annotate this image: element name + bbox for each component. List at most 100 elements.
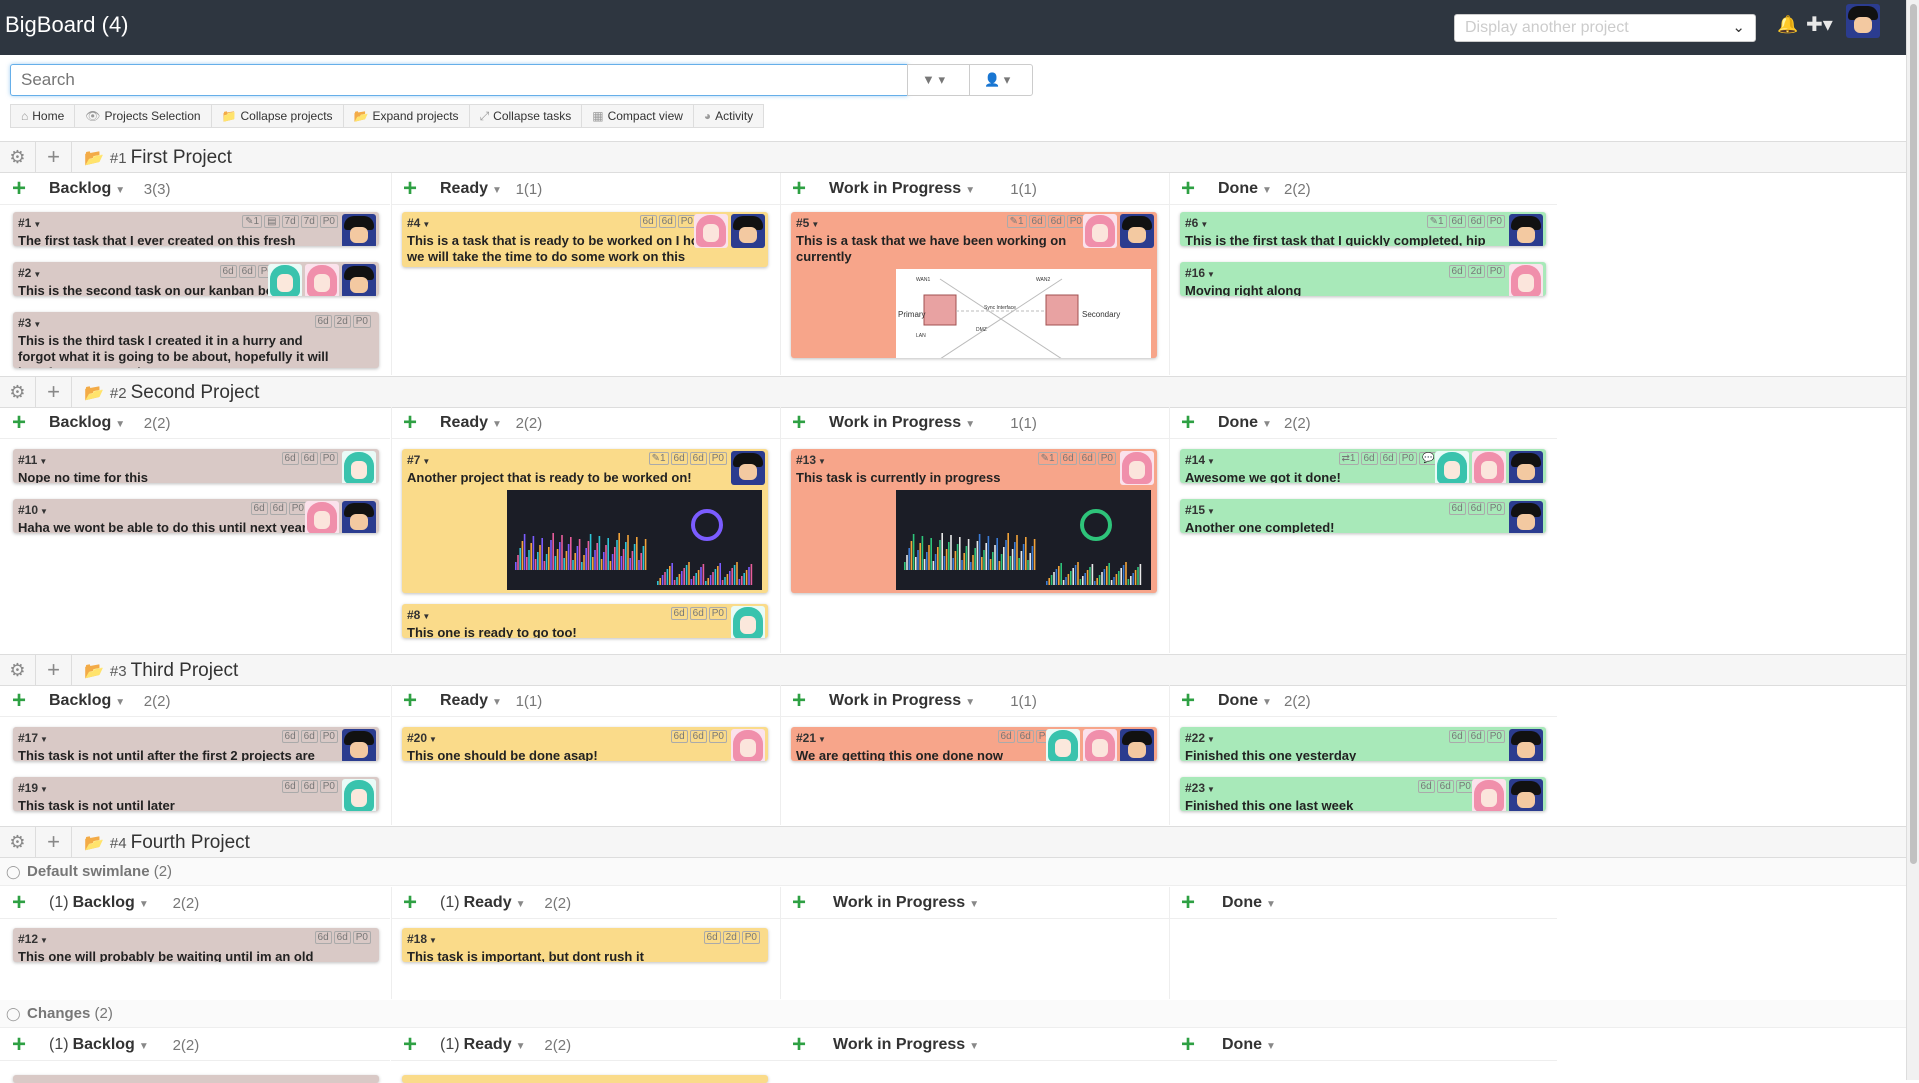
task-card[interactable]: #18 ▼ 6d 2d P0 This task is important, but do… bbox=[402, 928, 768, 962]
search-input[interactable] bbox=[10, 64, 908, 96]
task-title[interactable]: This is the third task I created it in a… bbox=[18, 333, 374, 368]
add-task-plus-icon[interactable]: + bbox=[403, 175, 417, 203]
task-title[interactable]: Another project that is ready to be work… bbox=[407, 470, 763, 486]
column-title[interactable]: Done ▼ bbox=[1218, 692, 1272, 710]
add-task-plus-icon[interactable]: + bbox=[12, 409, 26, 437]
add-task-plus-icon[interactable]: + bbox=[1181, 409, 1195, 437]
avatar-goku[interactable] bbox=[1509, 451, 1543, 483]
task-card[interactable]: #2 ▼ 6d 6d P0 This is the second task on our … bbox=[13, 262, 379, 296]
gear-icon[interactable]: ⚙ bbox=[0, 142, 36, 172]
task-card[interactable]: #12 ▼ 6d 6d P0 This one will probably be wait… bbox=[13, 928, 379, 962]
avatar-goku[interactable] bbox=[342, 214, 376, 246]
task-card[interactable]: #21 ▼ 6d 6d P0 We are getting this one done n… bbox=[791, 727, 1157, 761]
task-card[interactable]: #20 ▼ 6d 6d P0 This one should be done asap! bbox=[402, 727, 768, 761]
task-card[interactable]: #11 ▼ 6d 6d P0 Nope no time for this bbox=[13, 449, 379, 483]
column-title[interactable]: Backlog ▼ bbox=[49, 180, 125, 198]
task-card[interactable]: #22 ▼ 6d 6d P0 Finished this one yesterday bbox=[1180, 727, 1546, 761]
task-card[interactable]: #19 ▼ 6d 6d P0 This task is not until later bbox=[13, 777, 379, 811]
toolbar-collapse-projects-button[interactable]: 📁 Collapse projects bbox=[210, 104, 344, 128]
column-title[interactable]: (1) Backlog ▼ bbox=[49, 894, 149, 912]
task-card[interactable]: #1 ▼ ✎1 ▤ 7d 7d P0 The first task that I ever c… bbox=[13, 212, 379, 246]
avatar-teal[interactable] bbox=[268, 264, 302, 296]
avatar-goku[interactable] bbox=[342, 264, 376, 296]
task-card[interactable]: #14 ▼ ⇄1 6d 6d P0 💬1 Awesome we got it done! bbox=[1180, 449, 1546, 483]
column-title[interactable]: Backlog ▼ bbox=[49, 692, 125, 710]
avatar-pink[interactable] bbox=[1472, 451, 1506, 483]
column-title[interactable]: Done ▼ bbox=[1218, 180, 1272, 198]
add-task-plus-icon[interactable]: + bbox=[12, 889, 26, 917]
add-task-plus-icon[interactable]: + bbox=[403, 889, 417, 917]
column-title[interactable]: Done ▼ bbox=[1218, 1036, 1276, 1054]
task-card[interactable]: #7 ▼ ✎1 6d 6d P0 Another project that is ready… bbox=[402, 449, 768, 593]
column-title[interactable]: (1) Backlog ▼ bbox=[49, 1036, 149, 1054]
add-task-icon[interactable]: + bbox=[36, 377, 72, 407]
avatar-pink[interactable] bbox=[694, 214, 728, 248]
toolbar-activity-button[interactable]: ◕ Activity bbox=[692, 104, 765, 128]
swimlane-header[interactable]: ◯ Default swimlane (2) bbox=[0, 858, 1906, 886]
avatar-goku[interactable] bbox=[1509, 729, 1543, 761]
avatar-teal[interactable] bbox=[1435, 451, 1469, 483]
task-title[interactable]: Another one completed! bbox=[1185, 520, 1541, 533]
avatar-teal[interactable] bbox=[342, 779, 376, 811]
add-task-plus-icon[interactable]: + bbox=[403, 687, 417, 715]
gear-icon[interactable]: ⚙ bbox=[0, 827, 36, 857]
task-title[interactable]: This task is not until after the first 2… bbox=[18, 748, 374, 761]
task-card-partial[interactable] bbox=[402, 1075, 768, 1083]
column-title[interactable]: Backlog ▼ bbox=[49, 414, 125, 432]
column-title[interactable]: Ready ▼ bbox=[440, 692, 502, 710]
task-card[interactable]: #17 ▼ 6d 6d P0 This task is not until after t… bbox=[13, 727, 379, 761]
toolbar-collapse-tasks-button[interactable]: ⤢ Collapse tasks bbox=[468, 104, 583, 128]
add-task-plus-icon[interactable]: + bbox=[403, 1031, 417, 1059]
column-title[interactable]: Work in Progress ▼ bbox=[829, 894, 979, 912]
add-task-icon[interactable]: + bbox=[36, 827, 72, 857]
task-card[interactable]: #5 ▼ ✎1 6d 6d P0 This is a task that we have b… bbox=[791, 212, 1157, 358]
toolbar-expand-projects-button[interactable]: 📂 Expand projects bbox=[342, 104, 470, 128]
column-title[interactable]: Ready ▼ bbox=[440, 180, 502, 198]
column-title[interactable]: Work in Progress ▼ bbox=[829, 180, 975, 198]
collapse-swimlane-icon[interactable]: ◯ bbox=[6, 864, 21, 880]
column-title[interactable]: Work in Progress ▼ bbox=[829, 1036, 979, 1054]
task-card[interactable]: #8 ▼ 6d 6d P0 This one is ready to go too! bbox=[402, 604, 768, 638]
project-title[interactable]: 📂 #3 Third Project bbox=[84, 660, 238, 682]
task-card[interactable]: #13 ▼ ✎1 6d 6d P0 This task is currently in pr… bbox=[791, 449, 1157, 593]
task-card[interactable]: #15 ▼ 6d 6d P0 Another one completed! bbox=[1180, 499, 1546, 533]
column-title[interactable]: Done ▼ bbox=[1218, 414, 1272, 432]
page-scrollbar[interactable] bbox=[1906, 0, 1919, 1080]
swimlane-header[interactable]: ◯ Changes (2) bbox=[0, 1000, 1906, 1028]
task-title[interactable]: The first task that I ever created on th… bbox=[18, 233, 374, 246]
add-task-plus-icon[interactable]: + bbox=[1181, 175, 1195, 203]
task-card[interactable]: #10 ▼ 6d 6d P0 Haha we wont be able to do thi… bbox=[13, 499, 379, 533]
column-title[interactable]: (1) Ready ▼ bbox=[440, 1036, 526, 1054]
task-title[interactable]: This is the first task that I quickly co… bbox=[1185, 233, 1541, 246]
project-title[interactable]: 📂 #4 Fourth Project bbox=[84, 832, 250, 854]
user-filter-dropdown-button[interactable]: 👤 ▾ bbox=[969, 64, 1033, 96]
add-task-plus-icon[interactable]: + bbox=[792, 1031, 806, 1059]
avatar-pink[interactable] bbox=[305, 501, 339, 533]
task-title[interactable]: This one should be done asap! bbox=[407, 748, 763, 761]
gear-icon[interactable]: ⚙ bbox=[0, 377, 36, 407]
task-title[interactable]: This one is ready to go too! bbox=[407, 625, 763, 638]
task-card-partial[interactable] bbox=[13, 1075, 379, 1083]
add-task-plus-icon[interactable]: + bbox=[792, 889, 806, 917]
task-card[interactable]: #3 ▼ 6d 2d P0 This is the third task I create… bbox=[13, 312, 379, 368]
task-title[interactable]: Finished this one yesterday bbox=[1185, 748, 1541, 761]
add-task-plus-icon[interactable]: + bbox=[1181, 687, 1195, 715]
avatar-pink[interactable] bbox=[305, 264, 339, 296]
toolbar-projects-selection-button[interactable]: 👁 Projects Selection bbox=[74, 104, 212, 128]
scrollbar-thumb[interactable] bbox=[1910, 4, 1917, 864]
gear-icon[interactable]: ⚙ bbox=[0, 655, 36, 685]
add-task-plus-icon[interactable]: + bbox=[792, 175, 806, 203]
task-title[interactable]: Moving right along bbox=[1185, 283, 1541, 296]
filter-dropdown-button[interactable]: ▼ ▾ bbox=[907, 64, 970, 96]
task-card[interactable]: #16 ▼ 6d 2d P0 Moving right along bbox=[1180, 262, 1546, 296]
task-title[interactable]: Nope no time for this bbox=[18, 470, 374, 483]
project-title[interactable]: 📂 #2 Second Project bbox=[84, 382, 259, 404]
avatar-pink[interactable] bbox=[1472, 779, 1506, 811]
collapse-swimlane-icon[interactable]: ◯ bbox=[6, 1006, 21, 1022]
task-title[interactable]: This one will probably be waiting until … bbox=[18, 949, 374, 962]
avatar-pink[interactable] bbox=[1120, 451, 1154, 485]
column-title[interactable]: Done ▼ bbox=[1218, 894, 1276, 912]
user-avatar[interactable] bbox=[1846, 4, 1880, 38]
project-selector[interactable]: Display another project ⌄ bbox=[1454, 14, 1756, 42]
add-task-plus-icon[interactable]: + bbox=[1181, 1031, 1195, 1059]
